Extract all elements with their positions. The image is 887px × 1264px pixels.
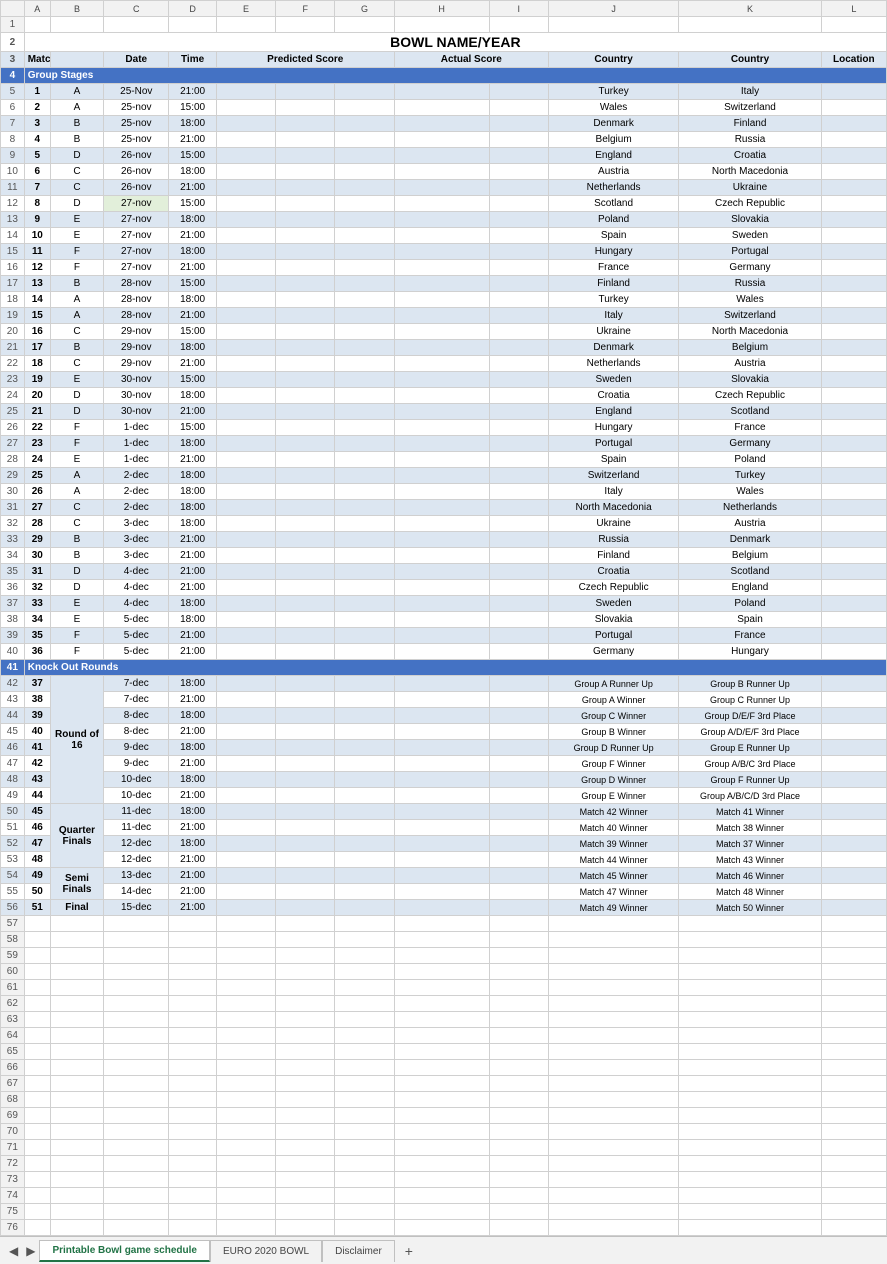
ko-match-row: 534812-dec21:00Match 44 WinnerMatch 43 W… [1, 852, 887, 868]
group-match-row: 3127C2-dec18:00North MacedoniaNetherland… [1, 500, 887, 516]
ko-match-row: 47429-dec21:00Group F WinnerGroup A/B/C … [1, 756, 887, 772]
group-match-row: 139E27-nov18:00PolandSlovakia [1, 212, 887, 228]
ko-match-row: 44398-dec18:00Group C WinnerGroup D/E/F … [1, 708, 887, 724]
group-match-row: 2925A2-dec18:00SwitzerlandTurkey [1, 468, 887, 484]
empty-row: 74 [1, 1188, 887, 1204]
empty-row: 62 [1, 996, 887, 1012]
ko-match-row: 4237Round of 167-dec18:00Group A Runner … [1, 676, 887, 692]
col-a-header: A [24, 1, 50, 17]
col-d-header: D [169, 1, 216, 17]
col-b-header: B [50, 1, 103, 17]
group-match-row: 128D27-nov15:00ScotlandCzech Republic [1, 196, 887, 212]
group-match-row: 2723F1-dec18:00PortugalGermany [1, 436, 887, 452]
group-stages-header: 4Group Stages [1, 68, 887, 84]
group-match-row: 84B25-nov21:00BelgiumRussia [1, 132, 887, 148]
group-match-row: 2218C29-nov21:00NetherlandsAustria [1, 356, 887, 372]
ko-match-row: 45408-dec21:00Group B WinnerGroup A/D/E/… [1, 724, 887, 740]
title-row: 2BOWL NAME/YEAR [1, 33, 887, 52]
group-match-row: 73B25-nov18:00DenmarkFinland [1, 116, 887, 132]
tab-next-nav[interactable]: ▶ [22, 1242, 39, 1260]
ko-match-row: 555014-dec21:00Match 47 WinnerMatch 48 W… [1, 884, 887, 900]
col-l-header: L [821, 1, 886, 17]
ko-match-row: 514611-dec21:00Match 40 WinnerMatch 38 W… [1, 820, 887, 836]
tab-disclaimer[interactable]: Disclaimer [322, 1240, 395, 1262]
group-match-row: 117C26-nov21:00NetherlandsUkraine [1, 180, 887, 196]
col-k-header: K [679, 1, 821, 17]
ko-header-row: 41Knock Out Rounds [1, 660, 887, 676]
col-g-header: G [335, 1, 394, 17]
empty-row: 65 [1, 1044, 887, 1060]
empty-row: 75 [1, 1204, 887, 1220]
group-match-row: 95D26-nov15:00EnglandCroatia [1, 148, 887, 164]
tab-bar: ◀ ▶ Printable Bowl game schedule EURO 20… [0, 1236, 887, 1264]
empty-row: 76 [1, 1220, 887, 1236]
empty-row: 68 [1, 1092, 887, 1108]
ko-match-row: 524712-dec18:00Match 39 WinnerMatch 37 W… [1, 836, 887, 852]
empty-row: 58 [1, 932, 887, 948]
empty-row: 59 [1, 948, 887, 964]
tab-prev-nav[interactable]: ◀ [5, 1242, 22, 1260]
group-match-row: 2016C29-nov15:00UkraineNorth Macedonia [1, 324, 887, 340]
group-match-row: 1612F27-nov21:00FranceGermany [1, 260, 887, 276]
group-match-row: 3632D4-dec21:00Czech RepublicEngland [1, 580, 887, 596]
group-match-row: 1511F27-nov18:00HungaryPortugal [1, 244, 887, 260]
group-match-row: 1814A28-nov18:00TurkeyWales [1, 292, 887, 308]
tab-euro2020[interactable]: EURO 2020 BOWL [210, 1240, 322, 1262]
group-match-row: 3329B3-dec21:00RussiaDenmark [1, 532, 887, 548]
ko-match-row: 494410-dec21:00Group E WinnerGroup A/B/C… [1, 788, 887, 804]
col-j-header: J [548, 1, 678, 17]
group-match-row: 2117B29-nov18:00DenmarkBelgium [1, 340, 887, 356]
group-match-row: 3430B3-dec21:00FinlandBelgium [1, 548, 887, 564]
ko-match-row: 43387-dec21:00Group A WinnerGroup C Runn… [1, 692, 887, 708]
data-header-row: 3Match #DateTimePredicted ScoreActual Sc… [1, 52, 887, 68]
tab-schedule[interactable]: Printable Bowl game schedule [39, 1240, 209, 1262]
group-match-row: 2521D30-nov21:00EnglandScotland [1, 404, 887, 420]
empty-row: 64 [1, 1028, 887, 1044]
group-match-row: 3026A2-dec18:00ItalyWales [1, 484, 887, 500]
group-match-row: 62A25-nov15:00WalesSwitzerland [1, 100, 887, 116]
group-match-row: 1915A28-nov21:00ItalySwitzerland [1, 308, 887, 324]
ko-match-row: 46419-dec18:00Group D Runner UpGroup E R… [1, 740, 887, 756]
empty-row: 60 [1, 964, 887, 980]
empty-row: 73 [1, 1172, 887, 1188]
empty-row: 72 [1, 1156, 887, 1172]
group-match-row: 2420D30-nov18:00CroatiaCzech Republic [1, 388, 887, 404]
group-match-row: 51A25-Nov21:00TurkeyItaly [1, 84, 887, 100]
group-match-row: 3733E4-dec18:00SwedenPoland [1, 596, 887, 612]
col-c-header: C [104, 1, 169, 17]
ko-match-row: 484310-dec18:00Group D WinnerGroup F Run… [1, 772, 887, 788]
empty-row: 67 [1, 1076, 887, 1092]
spreadsheet: A B C D E F G H I J K L 12BOWL NAME/YEAR… [0, 0, 887, 1236]
col-i-header: I [489, 1, 548, 17]
empty-row-1: 1 [1, 17, 887, 33]
group-match-row: 3834E5-dec18:00SlovakiaSpain [1, 612, 887, 628]
col-f-header: F [276, 1, 335, 17]
group-match-row: 4036F5-dec21:00GermanyHungary [1, 644, 887, 660]
ko-match-row: 5045Quarter Finals11-dec18:00Match 42 Wi… [1, 804, 887, 820]
group-match-row: 2824E1-dec21:00SpainPoland [1, 452, 887, 468]
col-e-header: E [216, 1, 275, 17]
col-header-row: A B C D E F G H I J K L [1, 1, 887, 17]
empty-row: 61 [1, 980, 887, 996]
group-match-row: 1410E27-nov21:00SpainSweden [1, 228, 887, 244]
group-match-row: 106C26-nov18:00AustriaNorth Macedonia [1, 164, 887, 180]
group-match-row: 3228C3-dec18:00UkraineAustria [1, 516, 887, 532]
group-match-row: 2622F1-dec15:00HungaryFrance [1, 420, 887, 436]
corner-cell [1, 1, 25, 17]
empty-row: 70 [1, 1124, 887, 1140]
empty-row: 66 [1, 1060, 887, 1076]
empty-row: 71 [1, 1140, 887, 1156]
col-h-header: H [394, 1, 489, 17]
group-match-row: 2319E30-nov15:00SwedenSlovakia [1, 372, 887, 388]
group-match-row: 3531D4-dec21:00CroatiaScotland [1, 564, 887, 580]
ko-match-row: 5449Semi Finals13-dec21:00Match 45 Winne… [1, 868, 887, 884]
empty-row: 63 [1, 1012, 887, 1028]
group-match-row: 1713B28-nov15:00FinlandRussia [1, 276, 887, 292]
empty-row: 57 [1, 916, 887, 932]
tab-add-button[interactable]: + [399, 1241, 419, 1261]
main-table: A B C D E F G H I J K L 12BOWL NAME/YEAR… [0, 0, 887, 1236]
group-match-row: 3935F5-dec21:00PortugalFrance [1, 628, 887, 644]
empty-row: 69 [1, 1108, 887, 1124]
ko-match-row: 5651Final15-dec21:00Match 49 WinnerMatch… [1, 900, 887, 916]
